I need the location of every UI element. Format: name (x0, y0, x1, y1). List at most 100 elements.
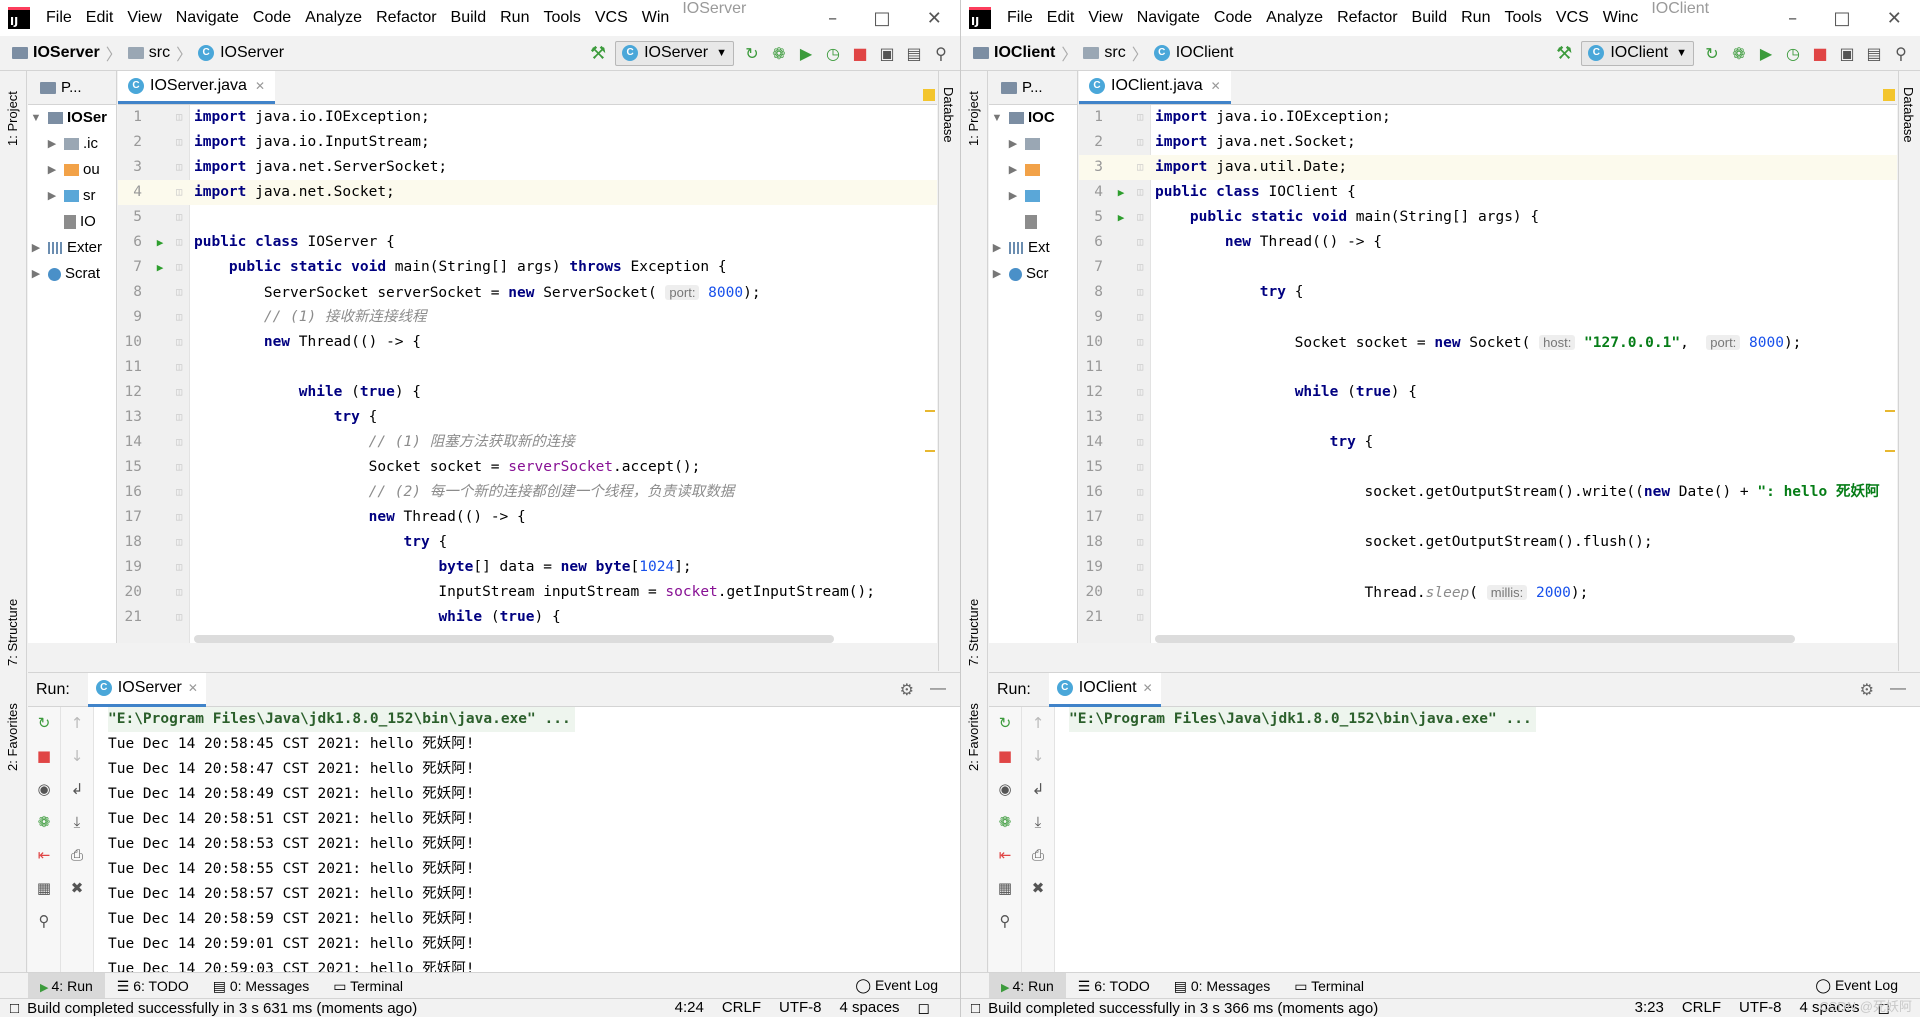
exit-icon[interactable]: ⇤ (989, 839, 1021, 872)
run-with-coverage-icon[interactable]: ▶ (1757, 44, 1775, 63)
code-line[interactable]: 13 ◫ (1079, 405, 1897, 430)
print-icon[interactable]: ⎙ (61, 839, 93, 872)
menu-refactor[interactable]: Refactor (369, 0, 443, 36)
breadcrumb-folder[interactable]: src (1104, 44, 1125, 62)
fold-marker-icon[interactable]: ◫ (176, 380, 182, 405)
code-area[interactable]: 1 ◫ import java.io.IOException; 2 ◫ import ja… (118, 89, 937, 643)
code-line[interactable]: 16 ◫ // (2) 每一个新的连接都创建一个线程，负责读取数据 (118, 480, 937, 505)
profiler-icon[interactable]: ◷ (1784, 44, 1802, 63)
breadcrumb-file[interactable]: IOClient (1176, 44, 1234, 62)
structure-tool-button[interactable]: 7: Structure (966, 599, 981, 666)
error-stripe-marker[interactable] (925, 410, 935, 412)
fold-marker-icon[interactable]: ◫ (176, 255, 182, 280)
collapse-arrow-icon[interactable]: ▶ (989, 261, 1005, 287)
fold-marker-icon[interactable]: ◫ (1137, 505, 1143, 530)
code-line[interactable]: 6 ◫ new Thread(() -> { (1079, 230, 1897, 255)
menu-code[interactable]: Code (1207, 0, 1259, 36)
rerun-icon[interactable]: ↻ (743, 44, 761, 63)
fold-marker-icon[interactable]: ◫ (1137, 430, 1143, 455)
menu-window[interactable]: Winc (1596, 0, 1646, 36)
status-square-icon[interactable]: □ (971, 1000, 980, 1017)
tree-item-external-libraries[interactable]: ▶ Exter (28, 235, 116, 261)
run-tab[interactable]: C IOClient ✕ (1048, 672, 1161, 707)
run-configuration-select[interactable]: C IOClient ▼ (1581, 40, 1694, 66)
fold-marker-icon[interactable]: ◫ (1137, 330, 1143, 355)
breadcrumb-folder[interactable]: src (149, 44, 170, 62)
tab-messages[interactable]: ▤ 0: Messages (201, 973, 322, 999)
close-tab-icon[interactable]: ✕ (1211, 79, 1221, 93)
pin-icon[interactable]: ⚲ (28, 905, 60, 938)
run-gutter-icon[interactable]: ▶ (150, 230, 170, 255)
file-encoding[interactable]: UTF-8 (779, 999, 822, 1017)
code-line[interactable]: 20 ◫ Thread.sleep( millis: 2000); (1079, 580, 1897, 605)
tree-item[interactable]: ▶ sr (28, 183, 116, 209)
code-line[interactable]: 2 ◫ import java.io.InputStream; (118, 130, 937, 155)
collapse-arrow-icon[interactable]: ▶ (28, 261, 44, 287)
menu-file[interactable]: File (39, 0, 79, 36)
menu-tools[interactable]: Tools (1497, 0, 1548, 36)
menu-view[interactable]: View (120, 0, 168, 36)
debug-bug-icon[interactable]: ❁ (1730, 44, 1748, 63)
maximize-icon[interactable]: □ (873, 8, 890, 29)
event-log-button[interactable]: ◯ Event Log (1815, 977, 1920, 994)
fold-marker-icon[interactable]: ◫ (176, 455, 182, 480)
fold-marker-icon[interactable]: ◫ (1137, 380, 1143, 405)
menu-code[interactable]: Code (246, 0, 298, 36)
code-line[interactable]: 17 ◫ new Thread(() -> { (118, 505, 937, 530)
collapse-arrow-icon[interactable]: ▶ (28, 235, 44, 261)
status-square-icon[interactable]: □ (10, 1000, 19, 1017)
run-configuration-select[interactable]: C IOServer ▼ (615, 40, 734, 66)
fold-marker-icon[interactable]: ◫ (176, 130, 182, 155)
fold-marker-icon[interactable]: ◫ (1137, 280, 1143, 305)
fold-marker-icon[interactable]: ◫ (1137, 580, 1143, 605)
code-line[interactable]: 5 ▶ ◫ public static void main(String[] arg… (1079, 205, 1897, 230)
fold-marker-icon[interactable]: ◫ (176, 480, 182, 505)
code-line[interactable]: 10 ◫ new Thread(() -> { (118, 330, 937, 355)
fold-marker-icon[interactable]: ◫ (1137, 605, 1143, 630)
code-line[interactable]: 12 ◫ while (true) { (1079, 380, 1897, 405)
tree-item-external-libraries[interactable]: ▶ Ext (989, 235, 1077, 261)
tree-item[interactable]: ▶ .ic (28, 131, 116, 157)
code-line[interactable]: 5 ◫ (118, 205, 937, 230)
caret-position[interactable]: 3:23 (1635, 999, 1664, 1017)
minimize-icon[interactable]: – (828, 8, 837, 29)
code-line[interactable]: 7 ▶ ◫ public static void main(String[] arg… (118, 255, 937, 280)
profiler-icon[interactable]: ◷ (824, 44, 842, 63)
arrow-down-icon[interactable]: ↓ (1022, 740, 1054, 773)
tab-messages[interactable]: ▤ 0: Messages (1162, 973, 1283, 999)
rerun-icon[interactable]: ↻ (1703, 44, 1721, 63)
code-line[interactable]: 13 ◫ try { (118, 405, 937, 430)
breadcrumb-project[interactable]: IOClient (994, 44, 1055, 62)
code-line[interactable]: 11 ◫ (118, 355, 937, 380)
menu-run[interactable]: Run (493, 0, 536, 36)
code-line[interactable]: 8 ◫ ServerSocket serverSocket = new Serve… (118, 280, 937, 305)
menu-edit[interactable]: Edit (1040, 0, 1082, 36)
code-line[interactable]: 14 ◫ try { (1079, 430, 1897, 455)
menu-navigate[interactable]: Navigate (1130, 0, 1207, 36)
fold-marker-icon[interactable]: ◫ (1137, 555, 1143, 580)
code-area[interactable]: 1 ◫ import java.io.IOException; 2 ◫ import ja… (1079, 89, 1897, 643)
error-stripe-marker[interactable] (1885, 450, 1895, 452)
code-line[interactable]: 1 ◫ import java.io.IOException; (118, 105, 937, 130)
rerun-icon[interactable]: ↻ (989, 707, 1021, 740)
tree-item[interactable]: ▶ ou (28, 157, 116, 183)
tree-item[interactable]: ▶ (989, 157, 1077, 183)
stop-icon[interactable]: ■ (1811, 44, 1829, 63)
code-line[interactable]: 11 ◫ (1079, 355, 1897, 380)
editor-tab-active[interactable]: C IOClient.java ✕ (1079, 71, 1231, 104)
search-icon[interactable]: ⚲ (1892, 44, 1910, 63)
menu-window[interactable]: Win (635, 0, 677, 36)
code-line[interactable]: 1 ◫ import java.io.IOException; (1079, 105, 1897, 130)
menu-run[interactable]: Run (1454, 0, 1497, 36)
code-line[interactable]: 9 ◫ // (1) 接收新连接线程 (118, 305, 937, 330)
fold-marker-icon[interactable]: ◫ (176, 530, 182, 555)
tab-run[interactable]: ▶ 4: Run (989, 972, 1066, 999)
fold-marker-icon[interactable]: ◫ (1137, 355, 1143, 380)
trash-icon[interactable]: ✖ (61, 872, 93, 905)
horizontal-scrollbar[interactable] (1155, 635, 1795, 643)
dump-threads-camera-icon[interactable]: ◉ (989, 773, 1021, 806)
close-tab-icon[interactable]: ✕ (1143, 681, 1153, 695)
settings-gear-icon[interactable]: ⚙ (1860, 680, 1874, 700)
build-hammer-icon[interactable]: ⚒ (590, 43, 606, 64)
code-line[interactable]: 16 ◫ socket.getOutputStream().write((new … (1079, 480, 1897, 505)
